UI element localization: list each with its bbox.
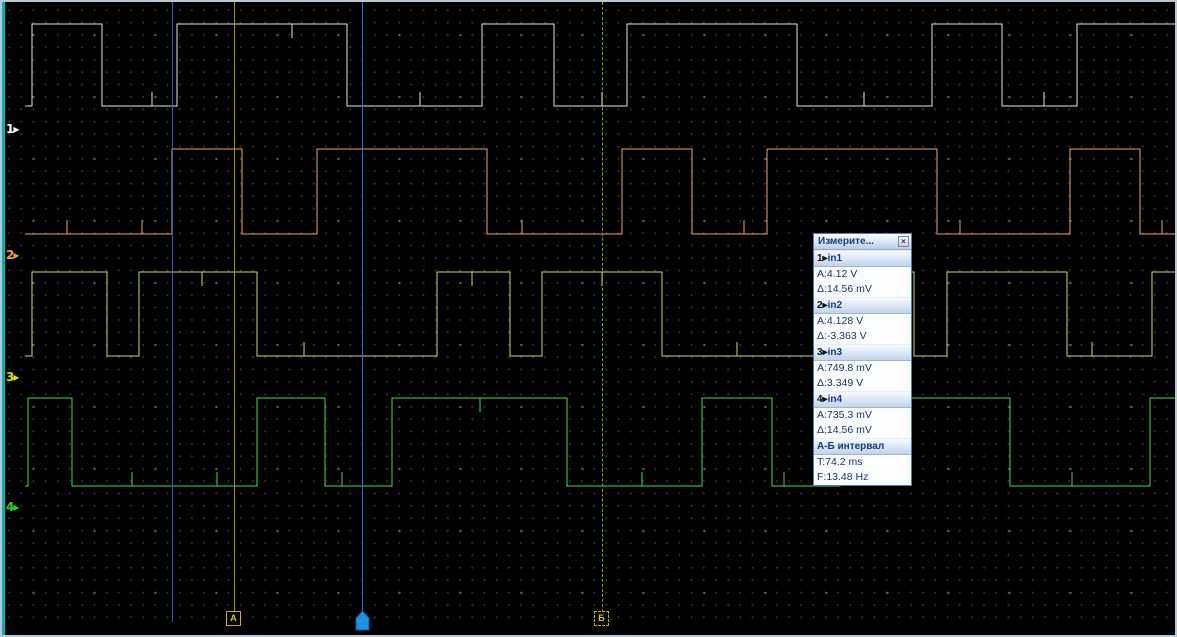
- trigger-position-marker[interactable]: [354, 609, 371, 632]
- trigger-pentagon-shape: [355, 610, 370, 631]
- oscilloscope-screen: 1▸ 2▸ 3▸ 4▸ A Б Измерите... × 1▸in1 A:4.…: [0, 0, 1177, 637]
- in3-amplitude-value: A:749.8 mV: [814, 361, 911, 376]
- channel-2-marker[interactable]: 2▸: [6, 248, 19, 262]
- in1-amplitude-value: A:4.12 V: [814, 267, 911, 282]
- channel-1-prefix: 1▸: [817, 253, 828, 264]
- channel-4-marker[interactable]: 4▸: [6, 500, 19, 514]
- in3-delta-value: Δ:3.349 V: [814, 376, 911, 391]
- bottom-bar: [2, 622, 1175, 635]
- trigger-marker-line[interactable]: [362, 2, 363, 622]
- channel-2-name: in2: [827, 300, 843, 311]
- trace-in4: [25, 397, 1175, 487]
- in4-delta-value: Δ:14.56 mV: [814, 423, 911, 438]
- in2-delta-value: Δ:-3.363 V: [814, 329, 911, 344]
- channel-1-name: in1: [827, 253, 843, 264]
- panel-section-header-in1: 1▸in1: [814, 250, 911, 267]
- in2-amplitude-value: A:4.128 V: [814, 314, 911, 329]
- cursor-b-flag[interactable]: Б: [594, 611, 609, 626]
- screen-left-edge: [2, 2, 5, 635]
- cursor-b-line[interactable]: [602, 2, 603, 622]
- panel-section-header-interval: А-Б интервал: [814, 438, 911, 455]
- trace-in2: [25, 148, 1175, 235]
- waveform-plot-area[interactable]: 1▸ 2▸ 3▸ 4▸: [2, 2, 1175, 622]
- trace-in1: [25, 23, 1175, 107]
- channel-2-prefix: 2▸: [817, 300, 828, 311]
- channel-4-prefix: 4▸: [817, 394, 828, 405]
- interval-name: А-Б интервал: [817, 441, 885, 452]
- channel-1-marker[interactable]: 1▸: [6, 122, 19, 136]
- trigger-time-cursor-line[interactable]: [172, 2, 173, 622]
- channel-3-prefix: 3▸: [817, 347, 828, 358]
- in4-amplitude-value: A:735.3 mV: [814, 408, 911, 423]
- panel-section-header-in3: 3▸in3: [814, 344, 911, 361]
- channel-4-name: in4: [827, 394, 843, 405]
- close-icon[interactable]: ×: [898, 236, 909, 247]
- measurement-panel-titlebar[interactable]: Измерите... ×: [814, 234, 911, 250]
- interval-frequency-value: F:13.48 Hz: [814, 470, 911, 485]
- panel-section-header-in4: 4▸in4: [814, 391, 911, 408]
- trace-in3: [25, 271, 1175, 357]
- cursor-a-flag[interactable]: A: [226, 611, 241, 626]
- measurement-panel-title: Измерите...: [818, 236, 874, 247]
- waveform-traces: [25, 23, 1175, 487]
- cursor-a-line[interactable]: [234, 2, 235, 622]
- in1-delta-value: Δ:14.56 mV: [814, 282, 911, 297]
- measurement-panel: Измерите... × 1▸in1 A:4.12 V Δ:14.56 mV …: [813, 233, 912, 486]
- interval-time-value: T:74.2 ms: [814, 455, 911, 470]
- channel-3-marker[interactable]: 3▸: [6, 370, 19, 384]
- panel-section-header-in2: 2▸in2: [814, 297, 911, 314]
- channel-3-name: in3: [827, 347, 843, 358]
